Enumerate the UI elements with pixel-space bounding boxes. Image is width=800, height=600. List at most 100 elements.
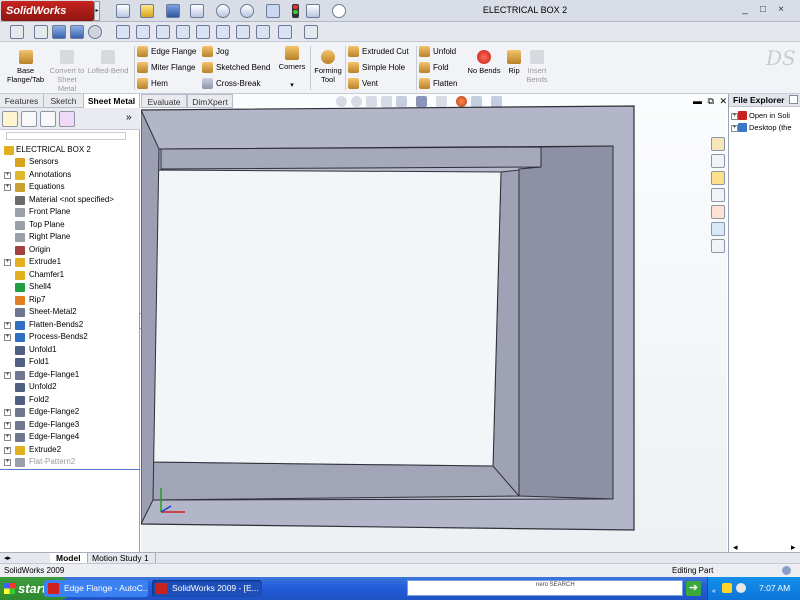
tab-scroll-icon[interactable]: ◂▸ [4,554,11,562]
taskbar-solidworks[interactable]: SolidWorks 2009 - [E... [152,580,262,597]
tree-item[interactable]: Top Plane [0,219,140,232]
explorer-item-open-in-solidworks[interactable]: + Open in Soli [729,110,800,122]
tree-item[interactable]: Chamfer1 [0,269,140,282]
corners-dropdown-icon[interactable]: ▾ [274,81,310,90]
dimxpert-tab-icon[interactable] [59,111,75,127]
tree-item[interactable]: + Flatten-Bends2 [0,319,140,332]
tree-item[interactable]: + Edge-Flange4 [0,431,140,444]
cross-break-button[interactable]: Cross-Break [202,77,270,91]
new-document-icon[interactable] [116,4,130,18]
tree-expand-icon[interactable]: + [4,434,11,441]
tree-item[interactable]: Front Plane [0,206,140,219]
forming-tool-button[interactable]: Forming Tool [312,50,344,84]
options-icon[interactable] [306,4,320,18]
fold-button[interactable]: Fold [419,61,457,75]
graphics-area[interactable]: Evaluate DimXpert ▬ ⧉ ✕ [141,94,727,552]
tree-expand-icon[interactable]: + [4,446,11,454]
tree-item[interactable]: Fold1 [0,356,140,369]
volume-icon[interactable] [736,583,746,593]
rotate-view-icon[interactable] [88,25,102,39]
configurationmanager-tab-icon[interactable] [40,111,56,127]
pin-icon[interactable] [789,95,798,104]
tab-features[interactable]: Features [0,94,44,108]
unfold-button[interactable]: Unfold [419,45,457,59]
tree-expand-icon[interactable]: + [4,321,11,329]
extruded-cut-button[interactable]: Extruded Cut [348,45,409,59]
top-view-icon[interactable] [216,25,230,39]
restore-button[interactable]: □ [756,3,770,17]
tree-item[interactable]: Sensors [0,156,140,169]
panel-expand-icon[interactable]: » [126,112,132,123]
miter-flange-button[interactable]: Miter Flange [137,61,196,75]
insert-bends-button[interactable]: Insert Bends [524,50,550,84]
explorer-item-desktop[interactable]: + Desktop (the [729,122,800,134]
right-view-icon[interactable] [196,25,210,39]
tree-item[interactable]: Material <not specified> [0,194,140,207]
solidworks-logo[interactable]: SolidWorks [1,1,94,21]
tree-expand-icon[interactable]: + [4,259,11,266]
tree-expand-icon[interactable]: + [4,459,11,466]
menu-expand-arrow[interactable]: ▸ [94,1,100,21]
origin-icon[interactable] [116,25,130,39]
corners-button[interactable]: Corners ▾ [274,46,310,90]
magnifier-icon[interactable] [332,4,346,18]
flatten-button[interactable]: Flatten [419,77,457,91]
tree-expand-icon[interactable]: + [4,171,11,179]
normal-to-icon[interactable] [278,25,292,39]
tree-item[interactable]: + Edge-Flange1 [0,369,140,382]
tree-item[interactable]: + Process-Bends2 [0,331,140,344]
left-view-icon[interactable] [176,25,190,39]
tray-expand-icon[interactable]: « [712,580,716,600]
redo-icon[interactable] [240,4,254,18]
no-bends-button[interactable]: No Bends [464,50,504,75]
tree-item[interactable]: Unfold2 [0,381,140,394]
tree-filter-input[interactable] [6,132,126,140]
view-cube-icon[interactable] [52,25,66,39]
sketched-bend-button[interactable]: Sketched Bend [202,61,270,75]
traffic-light-icon[interactable] [292,4,299,18]
tree-expand-icon[interactable]: + [4,371,11,379]
pointer-icon[interactable] [266,4,280,18]
tree-expand-icon[interactable]: + [4,184,11,191]
expand-icon[interactable]: + [731,113,738,120]
hem-button[interactable]: Hem [137,77,196,91]
tab-sheet-metal[interactable]: Sheet Metal [84,94,140,108]
part-model[interactable] [141,94,727,552]
convert-to-sheet-metal-button[interactable]: Convert to Sheet Metal [48,50,86,93]
edge-flange-button[interactable]: Edge Flange [137,45,196,59]
tree-item[interactable]: Unfold1 [0,344,140,357]
security-alert-icon[interactable] [722,583,732,593]
expand-icon[interactable]: + [731,125,738,132]
tree-item[interactable]: Shell4 [0,281,140,294]
jog-button[interactable]: Jog [202,45,270,59]
help-icon[interactable] [782,566,791,575]
tree-item[interactable]: + Annotations [0,169,140,182]
clock[interactable]: 7:07 AM [759,577,790,600]
simple-hole-button[interactable]: Simple Hole [348,61,409,75]
tree-item[interactable]: Rip7 [0,294,140,307]
lofted-bend-button[interactable]: Lofted-Bend [86,50,130,75]
tree-item[interactable]: + Equations [0,181,140,194]
featuremanager-tab-icon[interactable] [2,111,18,127]
tree-expand-icon[interactable]: + [4,409,11,416]
open-folder-icon[interactable] [140,4,154,18]
smart-dimension-icon[interactable] [34,25,48,39]
tree-item[interactable]: + Extrude1 [0,256,140,269]
rip-button[interactable]: Rip [504,50,524,75]
tree-item[interactable]: Right Plane [0,231,140,244]
tree-expand-icon[interactable]: + [4,334,11,341]
rollback-bar[interactable] [0,469,140,470]
nero-search-input[interactable]: nero SEARCH [407,580,683,596]
sketch-icon[interactable] [10,25,24,39]
sketch-tool-icon[interactable] [304,25,318,39]
tree-item[interactable]: Sheet-Metal2 [0,306,140,319]
propertymanager-tab-icon[interactable] [21,111,37,127]
vent-button[interactable]: Vent [348,77,409,91]
back-view-icon[interactable] [156,25,170,39]
taskbar-autocad[interactable]: Edge Flange - AutoC... [44,580,148,597]
tree-item[interactable]: + Flat-Pattern2 [0,456,140,469]
tree-root[interactable]: ELECTRICAL BOX 2 [2,144,138,156]
tree-item[interactable]: + Extrude2 [0,444,140,457]
tree-item[interactable]: + Edge-Flange3 [0,419,140,432]
undo-icon[interactable] [216,4,230,18]
